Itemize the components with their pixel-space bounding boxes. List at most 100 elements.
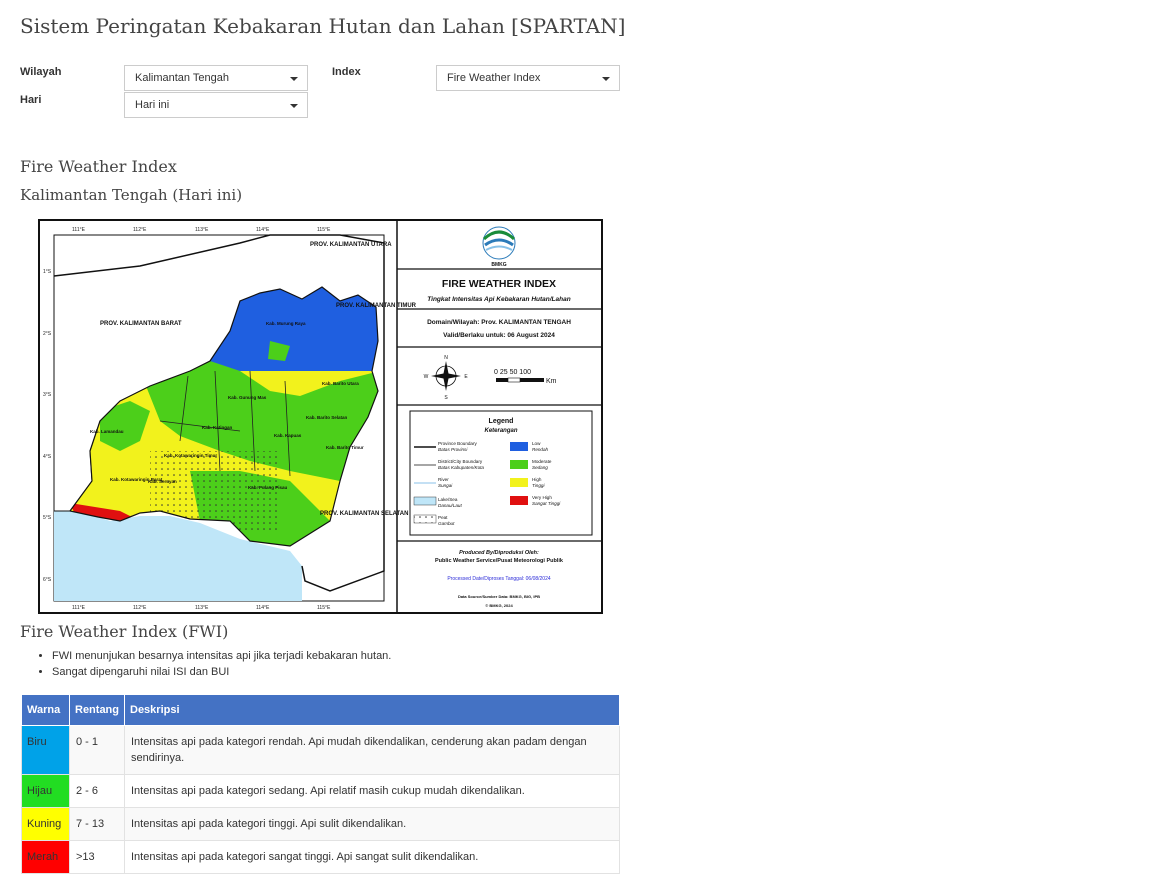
map-title: FIRE WEATHER INDEX	[442, 278, 556, 290]
index-select[interactable]: Fire Weather Index	[436, 65, 620, 91]
chevron-down-icon	[290, 77, 298, 81]
index-label: Index	[332, 66, 361, 78]
color-cell: Merah	[21, 840, 70, 874]
district-label: Kab. Kotawaringin Timur	[164, 453, 217, 458]
legend-line-label: River	[438, 477, 449, 482]
lon-label: 113°E	[195, 605, 209, 611]
map-valid: Valid/Berlaku untuk: 06 August 2024	[443, 332, 555, 339]
legend-subtitle: Keterangan	[484, 428, 517, 434]
list-item: Sangat dipengaruhi nilai ISI dan BUI	[52, 666, 391, 678]
lon-label: 112°E	[133, 227, 147, 233]
color-cell: Biru	[21, 725, 70, 775]
lon-label: 115°E	[317, 227, 331, 233]
lon-label: 115°E	[317, 605, 331, 611]
data-source: Data Source/Sumber Data: BMKG, BIG, IPB	[458, 594, 540, 599]
bmkg-text: BMKG	[491, 262, 506, 268]
legend-line-label: Gambut	[438, 521, 455, 526]
lon-label: 111°E	[72, 227, 86, 233]
district-label: Kab. Gunung Mas	[228, 395, 267, 400]
table-row: Merah >13 Intensitas api pada kategori san…	[21, 840, 620, 874]
color-cell: Hijau	[21, 774, 70, 808]
district-label: Kab. Kapuas	[274, 433, 302, 438]
legend-class-label: Sangat Tinggi	[532, 501, 561, 506]
lon-label: 114°E	[256, 227, 270, 233]
scale-bar	[496, 377, 544, 383]
range-cell: 2 - 6	[69, 774, 125, 808]
page-title: Sistem Peringatan Kebakaran Hutan dan La…	[20, 14, 626, 38]
province-label: PROV. KALIMANTAN TIMUR	[336, 303, 417, 309]
column-header: Rentang	[69, 694, 125, 726]
legend-line-label: Sungai	[438, 483, 453, 488]
bmkg-logo	[482, 226, 516, 260]
color-cell: Kuning	[21, 807, 70, 841]
wilayah-label: Wilayah	[20, 66, 62, 78]
range-cell: 7 - 13	[69, 807, 125, 841]
legend-class-label: Sedang	[532, 465, 548, 470]
lon-label: 112°E	[133, 605, 147, 611]
legend-moderate-swatch	[510, 460, 528, 469]
district-label: Kab. Murung Raya	[266, 321, 306, 326]
legend-class-label: Moderate	[532, 459, 552, 464]
province-label: PROV. KALIMANTAN UTARA	[310, 242, 392, 248]
column-header: Deskripsi	[124, 694, 620, 726]
table-row: Hijau 2 - 6 Intensitas api pada kategori s…	[21, 774, 620, 808]
legend-veryhigh-swatch	[510, 496, 528, 505]
legend-line-label: Batas Provinsi	[438, 447, 468, 452]
legend-class-label: Very High	[532, 495, 552, 500]
map-domain: Domain/Wilayah: Prov. KALIMANTAN TENGAH	[427, 319, 571, 326]
compass-s: S	[444, 395, 448, 401]
legend-line-label: Batas Kabupaten/Kota	[438, 465, 484, 470]
description-cell: Intensitas api pada kategori sedang. Api…	[124, 774, 620, 808]
description-cell: Intensitas api pada kategori rendah. Api…	[124, 725, 620, 775]
fwi-map-image: 111°E 112°E 113°E 114°E 115°E 111°E 112°…	[38, 219, 603, 614]
fwi-bullets: FWI menunjukan besarnya intensitas api j…	[20, 650, 391, 682]
wilayah-select[interactable]: Kalimantan Tengah	[124, 65, 308, 91]
producer: Public Weather Service/Pusat Meteorologi…	[435, 558, 564, 564]
hari-label: Hari	[20, 94, 42, 106]
legend-peat-swatch	[413, 514, 437, 524]
legend-high-swatch	[510, 478, 528, 487]
compass-w: W	[424, 374, 429, 380]
district-label: Kab. Barito Timur	[326, 445, 364, 450]
range-cell: 0 - 1	[69, 725, 125, 775]
legend-class-label: Rendah	[532, 447, 549, 452]
scale-numbers: 0 25 50 100	[494, 369, 531, 376]
lon-label: 113°E	[195, 227, 209, 233]
legend-line-label: District/City Boundary	[438, 459, 483, 464]
produced-by: Produced By/Diproduksi Oleh:	[459, 550, 539, 556]
lat-label: 2°S	[43, 331, 52, 337]
chevron-down-icon	[602, 77, 610, 81]
section-subtitle: Kalimantan Tengah (Hari ini)	[20, 186, 243, 204]
district-label: Kab. Barito Selatan	[306, 415, 348, 420]
compass-e: E	[464, 374, 468, 380]
table-header-row: Warna Rentang Deskripsi	[21, 694, 620, 726]
wilayah-value: Kalimantan Tengah	[135, 72, 229, 84]
copyright: © BMKG, 2024	[485, 603, 513, 608]
legend-lake-swatch	[413, 496, 437, 506]
description-cell: Intensitas api pada kategori sangat ting…	[124, 840, 620, 874]
compass-icon	[431, 361, 461, 391]
hari-select[interactable]: Hari ini	[124, 92, 308, 118]
index-value: Fire Weather Index	[447, 72, 541, 84]
list-item: FWI menunjukan besarnya intensitas api j…	[52, 650, 391, 662]
lat-label: 5°S	[43, 515, 52, 521]
lat-label: 3°S	[43, 392, 52, 398]
district-label: Kab. Barito Utara	[322, 381, 359, 386]
legend-class-label: Low	[532, 441, 541, 446]
legend-low-swatch	[510, 442, 528, 451]
fwi-heading: Fire Weather Index (FWI)	[20, 622, 229, 641]
district-label: Kab. Seruyan	[148, 479, 177, 484]
lat-label: 1°S	[43, 269, 52, 275]
province-label: PROV. KALIMANTAN SELATAN	[320, 511, 408, 517]
legend-line-label: Province Boundary	[438, 441, 478, 446]
district-label: Kab. Katingan	[202, 425, 233, 430]
legend-line-label: Danau/Laut	[438, 503, 462, 508]
lon-label: 111°E	[72, 605, 86, 611]
legend-class-label: Tinggi	[532, 483, 545, 488]
legend-title: Legend	[489, 418, 514, 425]
legend-line-label: Lake/Sea	[438, 497, 458, 502]
lat-label: 6°S	[43, 577, 52, 583]
processed-date: Processed Date/Diproses Tanggal: 06/08/2…	[447, 576, 551, 582]
fwi-table: Warna Rentang Deskripsi Biru 0 - 1 Intensi…	[21, 694, 620, 874]
column-header: Warna	[21, 694, 70, 726]
